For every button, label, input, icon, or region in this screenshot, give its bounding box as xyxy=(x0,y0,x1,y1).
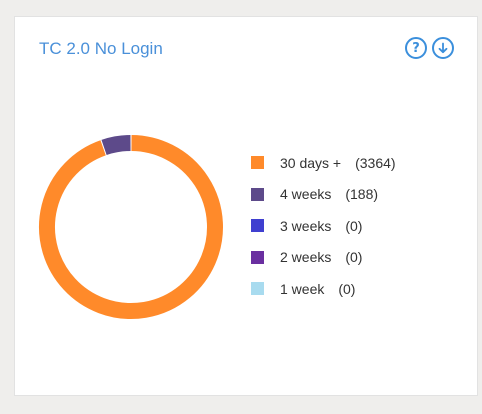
chart-legend: 30 days + (3364) 4 weeks (188) 3 weeks (0) 2 w… xyxy=(251,147,396,305)
donut-chart xyxy=(39,135,223,319)
legend-item-3[interactable]: 2 weeks (0) xyxy=(251,242,396,274)
legend-swatch xyxy=(251,250,264,264)
legend-item-0[interactable]: 30 days + (3364) xyxy=(251,147,396,179)
legend-swatch xyxy=(251,219,264,233)
chart-card: TC 2.0 No Login ? 30 days + (3364) 4 weeks… xyxy=(14,16,478,396)
legend-count: (188) xyxy=(345,186,379,203)
legend-label: 30 days + xyxy=(280,154,342,171)
donut-slice-1[interactable] xyxy=(101,135,131,156)
legend-label: 1 week xyxy=(280,280,325,297)
legend-item-1[interactable]: 4 weeks (188) xyxy=(251,179,396,211)
legend-swatch xyxy=(251,156,264,170)
legend-swatch xyxy=(251,282,264,296)
legend-item-2[interactable]: 3 weeks (0) xyxy=(251,210,396,242)
legend-label: 3 weeks xyxy=(280,217,332,234)
legend-label: 2 weeks xyxy=(280,249,332,266)
legend-count: (0) xyxy=(338,280,356,297)
legend-label: 4 weeks xyxy=(280,186,332,203)
legend-swatch xyxy=(251,187,264,201)
legend-item-4[interactable]: 1 week (0) xyxy=(251,273,396,305)
legend-count: (0) xyxy=(345,249,363,266)
donut-slice-0[interactable] xyxy=(39,135,223,319)
legend-count: (0) xyxy=(345,217,363,234)
legend-count: (3364) xyxy=(355,154,396,171)
